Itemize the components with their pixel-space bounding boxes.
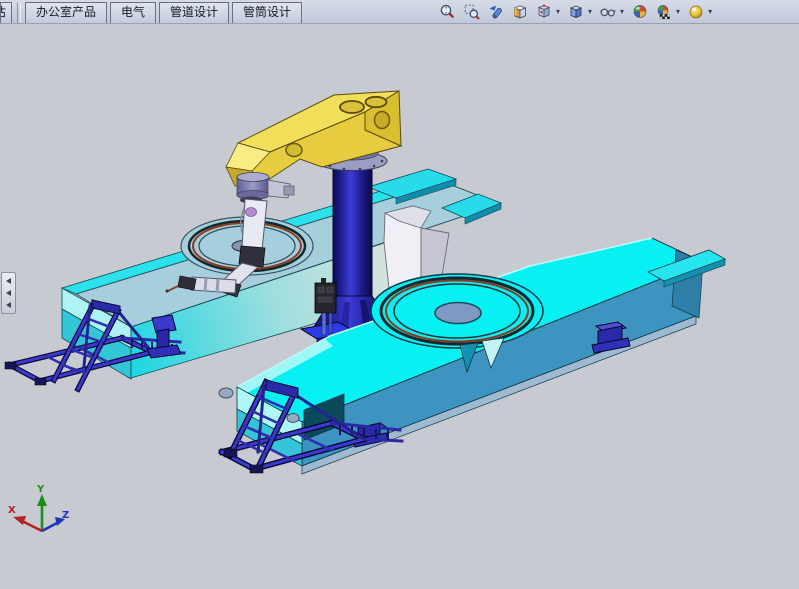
axis-x-label: X — [8, 505, 16, 516]
tab-separator — [17, 3, 21, 23]
boom-right-hole[interactable] — [375, 112, 390, 129]
boom-front-hole[interactable] — [286, 144, 302, 157]
view-orientation-icon[interactable] — [534, 2, 554, 22]
boom-top-hole-b[interactable] — [366, 97, 387, 107]
tab-office-products[interactable]: 办公室产品 — [25, 2, 107, 23]
display-style-icon[interactable] — [566, 2, 586, 22]
triangle-left-icon — [5, 301, 13, 309]
apply-scene-icon[interactable] — [654, 2, 674, 22]
zoom-to-fit-icon[interactable] — [438, 2, 458, 22]
3d-viewport[interactable]: X Y Z — [0, 0, 799, 589]
previous-view-icon[interactable] — [486, 2, 506, 22]
axis-z-label: Z — [62, 510, 69, 521]
apply-scene-dropdown[interactable]: ▾ — [676, 8, 680, 16]
beam-front-lug-a[interactable] — [219, 388, 233, 398]
arm-upper-segment[interactable] — [242, 199, 267, 250]
beam-front-lug-b[interactable] — [287, 414, 299, 423]
tab-partial-evaluate[interactable]: 估 — [0, 2, 12, 23]
display-style-dropdown[interactable]: ▾ — [588, 8, 592, 16]
hide-show-items-icon[interactable] — [598, 2, 618, 22]
view-orientation-dropdown[interactable]: ▾ — [556, 8, 560, 16]
heads-up-view-toolbar: ▾ ▾ ▾ — [438, 1, 714, 22]
arm-horizontal-segment[interactable] — [191, 277, 236, 293]
beam-front-center-hole[interactable] — [435, 303, 481, 324]
cad-application-window: X Y Z 估 办公室产品 电气 管道设计 管筒设计 — [0, 0, 799, 589]
zoom-to-area-icon[interactable] — [462, 2, 482, 22]
column-body[interactable] — [333, 160, 372, 300]
tab-electrical[interactable]: 电气 — [110, 2, 156, 23]
view-settings-icon[interactable] — [686, 2, 706, 22]
feature-panel-collapse-handle[interactable] — [1, 272, 16, 314]
tab-piping-design[interactable]: 管道设计 — [159, 2, 229, 23]
command-tabs: 估 办公室产品 电气 管道设计 管筒设计 — [0, 0, 305, 23]
view-settings-dropdown[interactable]: ▾ — [708, 8, 712, 16]
triangle-left-icon — [5, 277, 13, 285]
tab-tube-design[interactable]: 管筒设计 — [232, 2, 302, 23]
boom-top-hole-a[interactable] — [340, 101, 364, 113]
section-view-icon[interactable] — [510, 2, 530, 22]
edit-appearance-icon[interactable] — [630, 2, 650, 22]
triangle-left-icon — [5, 289, 13, 297]
axis-y-label: Y — [36, 484, 45, 495]
hide-show-items-dropdown[interactable]: ▾ — [620, 8, 624, 16]
